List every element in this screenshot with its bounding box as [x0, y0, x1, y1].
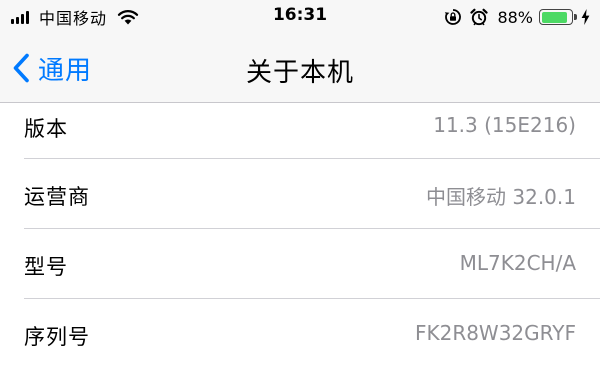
row-label: 运营商 — [24, 185, 90, 209]
orientation-lock-icon — [445, 9, 462, 25]
screen: 中国移动 16:31 88% 通用 关于本机 版本 11.3 (15E216) … — [0, 0, 600, 366]
charging-bolt-icon — [581, 9, 590, 25]
battery-percent: 88% — [497, 7, 533, 27]
page-title: 关于本机 — [245, 58, 354, 88]
alarm-icon — [470, 8, 489, 26]
status-bar: 中国移动 16:31 88% — [0, 0, 600, 36]
row-value: FK2R8W32GRYF — [414, 321, 576, 345]
row-value: ML7K2CH/A — [459, 251, 576, 275]
battery-fill — [541, 11, 568, 23]
row-label: 序列号 — [24, 325, 90, 349]
battery-icon — [539, 9, 577, 25]
row-label: 型号 — [24, 255, 68, 279]
list-item-version[interactable]: 版本 11.3 (15E216) — [0, 103, 600, 159]
status-right: 88% — [444, 6, 590, 28]
about-list: 版本 11.3 (15E216) 运营商 中国移动 32.0.1 型号 ML7K… — [0, 103, 600, 366]
list-item-serial-number[interactable]: 序列号 FK2R8W32GRYF — [0, 299, 600, 366]
row-value: 中国移动 32.0.1 — [426, 185, 576, 209]
list-item-model[interactable]: 型号 ML7K2CH/A — [0, 229, 600, 299]
navigation-bar: 通用 关于本机 — [0, 36, 600, 103]
list-item-carrier[interactable]: 运营商 中国移动 32.0.1 — [0, 159, 600, 229]
row-value: 11.3 (15E216) — [433, 113, 576, 137]
row-label: 版本 — [24, 117, 68, 141]
